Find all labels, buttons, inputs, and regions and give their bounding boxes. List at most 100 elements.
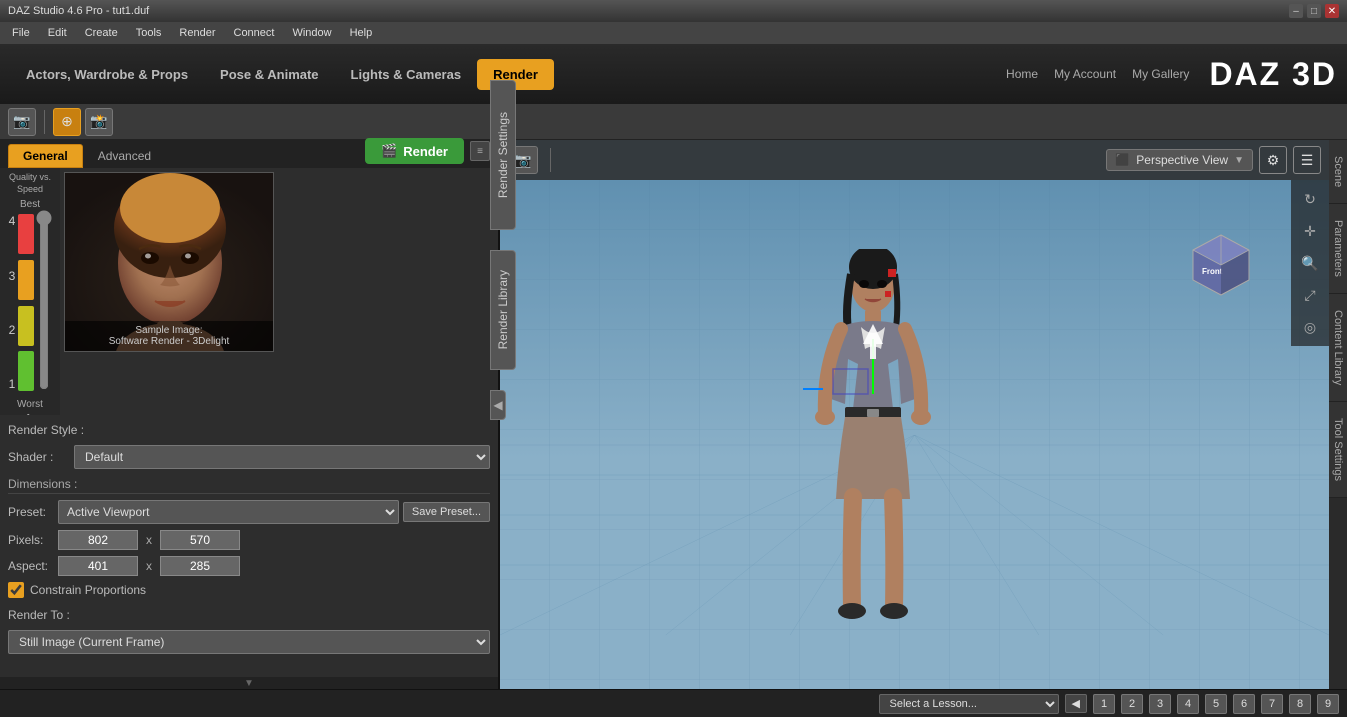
scroll-indicator: ▼	[0, 677, 498, 689]
render-settings-label: Render Settings	[496, 112, 510, 198]
quality-slider[interactable]	[34, 210, 54, 390]
shader-row: Shader : Default	[8, 445, 490, 469]
lesson-select[interactable]: Select a Lesson...	[879, 694, 1059, 714]
titlebar: DAZ Studio 4.6 Pro - tut1.duf – □ ✕	[0, 0, 1347, 22]
render-to-select-row: Still Image (Current Frame)	[8, 630, 490, 654]
aspect-height-input[interactable]	[160, 556, 240, 576]
nav-logo-area: Home My Account My Gallery DAZ 3D	[1006, 56, 1337, 93]
view-icon: ⬛	[1115, 153, 1130, 167]
toolbar: 📷 ⊕ 📸	[0, 104, 1347, 140]
page-btn-8[interactable]: 8	[1289, 694, 1311, 714]
menu-create[interactable]: Create	[77, 25, 126, 41]
panel-tabs: General Advanced 🎬 Render ≡	[0, 140, 498, 168]
left-panel-collapse[interactable]: ◀	[490, 390, 506, 420]
lesson-prev-button[interactable]: ◀	[1065, 694, 1087, 713]
aspect-x-separator: x	[142, 559, 156, 573]
aspect-width-input[interactable]	[58, 556, 138, 576]
vp-separator	[550, 148, 551, 172]
viewport-toolbar: 📷 ⬛ Perspective View ▼ ⚙ ☰	[500, 140, 1329, 180]
page-btn-2[interactable]: 2	[1121, 694, 1143, 714]
render-style-label: Render Style :	[8, 423, 84, 437]
nav-gallery[interactable]: My Gallery	[1132, 67, 1189, 81]
page-btn-6[interactable]: 6	[1233, 694, 1255, 714]
vp-icon-zoom[interactable]: 🔍	[1295, 248, 1325, 278]
menu-window[interactable]: Window	[284, 25, 339, 41]
nav-account[interactable]: My Account	[1054, 67, 1116, 81]
quality-bar-3	[18, 260, 34, 300]
menu-render[interactable]: Render	[171, 25, 223, 41]
constrain-checkbox[interactable]	[8, 582, 24, 598]
panel-main: Quality vs. Speed Best 4 3 2 1	[0, 168, 498, 415]
preset-row: Preset: Active Viewport Save Preset...	[8, 500, 490, 524]
page-btn-9[interactable]: 9	[1317, 694, 1339, 714]
vp-extra-button[interactable]: ☰	[1293, 146, 1321, 174]
cube-nav[interactable]: Front	[1184, 230, 1259, 305]
nav-pose[interactable]: Pose & Animate	[204, 59, 335, 90]
right-tab-scene[interactable]: Scene	[1329, 140, 1347, 204]
right-tab-content[interactable]: Content Library	[1329, 294, 1347, 402]
main-area: General Advanced 🎬 Render ≡ Quality vs. …	[0, 140, 1347, 689]
viewport[interactable]: 📷 ⬛ Perspective View ▼ ⚙ ☰	[500, 140, 1329, 689]
nav-home[interactable]: Home	[1006, 67, 1038, 81]
best-label: Best	[20, 199, 40, 210]
vp-icon-move[interactable]: ✛	[1295, 216, 1325, 246]
right-tab-parameters[interactable]: Parameters	[1329, 204, 1347, 294]
tab-general[interactable]: General	[8, 144, 83, 168]
vp-icon-fit[interactable]: ⤢	[1295, 280, 1325, 310]
vp-icon-rotate[interactable]: ↻	[1295, 184, 1325, 214]
menu-tools[interactable]: Tools	[128, 25, 170, 41]
nav-links: Home My Account My Gallery	[1006, 67, 1189, 81]
right-tab-tools[interactable]: Tool Settings	[1329, 402, 1347, 498]
settings-panel: Render Style : Shader : Default Dimensio…	[0, 415, 498, 678]
photo-button[interactable]: 📸	[85, 108, 113, 136]
render-button[interactable]: 🎬 Render	[365, 138, 464, 164]
constrain-label: Constrain Proportions	[30, 583, 146, 597]
render-library-label: Render Library	[496, 270, 510, 349]
character	[803, 249, 943, 629]
nav-lights[interactable]: Lights & Cameras	[335, 59, 478, 90]
minimize-button[interactable]: –	[1289, 4, 1303, 18]
vp-icon-target[interactable]: ◎	[1295, 312, 1325, 342]
close-button[interactable]: ✕	[1325, 4, 1339, 18]
quality-num-1: 1	[9, 377, 16, 391]
menu-edit[interactable]: Edit	[40, 25, 75, 41]
perspective-view-selector[interactable]: ⬛ Perspective View ▼	[1106, 149, 1253, 171]
page-btn-5[interactable]: 5	[1205, 694, 1227, 714]
shader-select[interactable]: Default	[74, 445, 490, 469]
vp-settings-button[interactable]: ⚙	[1259, 146, 1287, 174]
page-btn-1[interactable]: 1	[1093, 694, 1115, 714]
render-style-row: Render Style :	[8, 423, 490, 437]
camera-button[interactable]: 📷	[8, 108, 36, 136]
render-to-select[interactable]: Still Image (Current Frame)	[8, 630, 490, 654]
pixels-width-input[interactable]	[58, 530, 138, 550]
panel-options-button[interactable]: ≡	[470, 141, 490, 161]
render-library-tab[interactable]: Render Library	[490, 250, 516, 370]
pixels-row: Pixels: x	[8, 530, 490, 550]
menu-file[interactable]: File	[4, 25, 38, 41]
daz-logo: DAZ 3D	[1209, 56, 1337, 93]
statusbar: Select a Lesson... ◀ 1 2 3 4 5 6 7 8 9	[0, 689, 1347, 717]
render-to-label: Render To :	[8, 608, 78, 622]
cube-svg: Front	[1184, 230, 1259, 305]
maximize-button[interactable]: □	[1307, 4, 1321, 18]
right-panels: Scene Parameters Content Library Tool Se…	[1329, 140, 1347, 689]
render-to-row: Render To :	[8, 608, 490, 622]
sample-subtitle: Software Render - 3Delight	[69, 336, 269, 347]
target-button[interactable]: ⊕	[53, 108, 81, 136]
quality-bar-4	[18, 214, 34, 254]
tab-advanced[interactable]: Advanced	[83, 144, 166, 168]
pixels-height-input[interactable]	[160, 530, 240, 550]
page-btn-3[interactable]: 3	[1149, 694, 1171, 714]
quality-label: Quality vs. Speed	[4, 172, 56, 195]
sample-image-label: Sample Image: Software Render - 3Delight	[65, 321, 273, 351]
preset-select[interactable]: Active Viewport	[58, 500, 399, 524]
page-btn-4[interactable]: 4	[1177, 694, 1199, 714]
page-btn-7[interactable]: 7	[1261, 694, 1283, 714]
save-preset-button[interactable]: Save Preset...	[403, 502, 490, 522]
dimensions-label: Dimensions :	[8, 477, 490, 494]
render-settings-tab[interactable]: Render Settings	[490, 80, 516, 230]
menu-connect[interactable]: Connect	[226, 25, 283, 41]
nav-actors[interactable]: Actors, Wardrobe & Props	[10, 59, 204, 90]
left-panel: General Advanced 🎬 Render ≡ Quality vs. …	[0, 140, 500, 689]
menu-help[interactable]: Help	[342, 25, 381, 41]
